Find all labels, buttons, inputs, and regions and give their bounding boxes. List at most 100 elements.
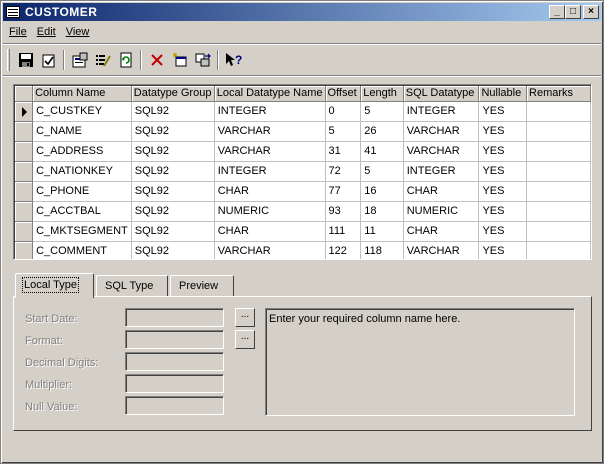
table-row[interactable]: C_NAME SQL92 VARCHAR 5 26 VARCHAR YES <box>15 121 591 142</box>
cell-datatype-group[interactable]: SQL92 <box>131 141 215 162</box>
cell-nullable[interactable]: YES <box>478 181 528 202</box>
cell-offset[interactable]: 122 <box>325 241 362 259</box>
cell-local-datatype[interactable]: CHAR <box>214 181 326 202</box>
cell-local-datatype[interactable]: VARCHAR <box>214 121 326 142</box>
cell-offset[interactable]: 77 <box>325 181 362 202</box>
format-browse-button[interactable]: ... <box>235 330 255 349</box>
table-row[interactable]: C_ACCTBAL SQL92 NUMERIC 93 18 NUMERIC YES <box>15 201 591 222</box>
cell-remarks[interactable] <box>526 101 591 122</box>
cell-remarks[interactable] <box>526 221 591 242</box>
cell-local-datatype[interactable]: INTEGER <box>214 101 326 122</box>
col-header-sql-datatype[interactable]: SQL Datatype <box>403 86 480 102</box>
cell-length[interactable]: 5 <box>360 161 404 182</box>
cell-local-datatype[interactable]: NUMERIC <box>214 201 326 222</box>
row-selector[interactable] <box>15 141 34 162</box>
table-row[interactable]: C_ADDRESS SQL92 VARCHAR 31 41 VARCHAR YES <box>15 141 591 162</box>
delete-button[interactable] <box>145 49 168 71</box>
cell-offset[interactable]: 31 <box>325 141 362 162</box>
cell-remarks[interactable] <box>526 161 591 182</box>
close-button[interactable]: × <box>583 5 599 19</box>
cell-column-name[interactable]: C_ACCTBAL <box>32 201 132 222</box>
validate-button[interactable] <box>37 49 60 71</box>
cell-column-name[interactable]: C_NATIONKEY <box>32 161 132 182</box>
cell-length[interactable]: 5 <box>360 101 404 122</box>
cell-datatype-group[interactable]: SQL92 <box>131 181 215 202</box>
cell-sql-datatype[interactable]: INTEGER <box>403 161 480 182</box>
toolbar-grip[interactable] <box>7 49 10 71</box>
col-header-remarks[interactable]: Remarks <box>526 86 591 102</box>
cell-nullable[interactable]: YES <box>478 241 528 259</box>
col-header-column-name[interactable]: Column Name <box>32 86 132 102</box>
col-header-nullable[interactable]: Nullable <box>478 86 528 102</box>
cell-offset[interactable]: 5 <box>325 121 362 142</box>
cell-remarks[interactable] <box>526 181 591 202</box>
tab-local-type[interactable]: Local Type <box>15 273 94 298</box>
cell-datatype-group[interactable]: SQL92 <box>131 161 215 182</box>
tab-sql-type[interactable]: SQL Type <box>96 275 168 297</box>
cell-column-name[interactable]: C_MKTSEGMENT <box>32 221 132 242</box>
cell-length[interactable]: 16 <box>360 181 404 202</box>
cell-datatype-group[interactable]: SQL92 <box>131 201 215 222</box>
cell-nullable[interactable]: YES <box>478 141 528 162</box>
cell-nullable[interactable]: YES <box>478 161 528 182</box>
new-window-button[interactable] <box>168 49 191 71</box>
cell-nullable[interactable]: YES <box>478 121 528 142</box>
title-bar[interactable]: CUSTOMER _ □ × <box>3 3 601 21</box>
cell-sql-datatype[interactable]: VARCHAR <box>403 121 480 142</box>
cell-length[interactable]: 118 <box>360 241 404 259</box>
cell-sql-datatype[interactable]: INTEGER <box>403 101 480 122</box>
start-date-browse-button[interactable]: ... <box>235 308 255 327</box>
cell-column-name[interactable]: C_CUSTKEY <box>32 101 132 122</box>
cell-length[interactable]: 41 <box>360 141 404 162</box>
maximize-button[interactable]: □ <box>565 5 581 19</box>
cell-remarks[interactable] <box>526 121 591 142</box>
cell-local-datatype[interactable]: VARCHAR <box>214 141 326 162</box>
menu-edit[interactable]: Edit <box>32 24 61 42</box>
properties-button[interactable] <box>68 49 91 71</box>
cell-remarks[interactable] <box>526 141 591 162</box>
move-button[interactable] <box>191 49 214 71</box>
cell-remarks[interactable] <box>526 241 591 259</box>
row-selector[interactable] <box>15 161 34 182</box>
cell-sql-datatype[interactable]: CHAR <box>403 221 480 242</box>
column-grid[interactable]: Column Name Datatype Group Local Datatyp… <box>13 84 592 260</box>
cell-sql-datatype[interactable]: NUMERIC <box>403 201 480 222</box>
cell-nullable[interactable]: YES <box>478 101 528 122</box>
row-selector[interactable] <box>15 201 34 222</box>
cell-length[interactable]: 11 <box>360 221 404 242</box>
col-header-offset[interactable]: Offset <box>325 86 362 102</box>
cell-nullable[interactable]: YES <box>478 201 528 222</box>
cell-length[interactable]: 18 <box>360 201 404 222</box>
menu-file[interactable]: File <box>4 24 32 42</box>
col-header-length[interactable]: Length <box>360 86 404 102</box>
minimize-button[interactable]: _ <box>549 5 565 19</box>
cell-datatype-group[interactable]: SQL92 <box>131 221 215 242</box>
row-selector[interactable] <box>15 101 34 122</box>
row-selector[interactable] <box>15 221 34 242</box>
table-row[interactable]: C_MKTSEGMENT SQL92 CHAR 111 11 CHAR YES <box>15 221 591 242</box>
cell-column-name[interactable]: C_PHONE <box>32 181 132 202</box>
cell-datatype-group[interactable]: SQL92 <box>131 101 215 122</box>
cell-offset[interactable]: 93 <box>325 201 362 222</box>
cell-sql-datatype[interactable]: CHAR <box>403 181 480 202</box>
cell-local-datatype[interactable]: CHAR <box>214 221 326 242</box>
menu-view[interactable]: View <box>61 24 95 42</box>
tab-preview[interactable]: Preview <box>170 275 234 297</box>
edit-list-button[interactable] <box>91 49 114 71</box>
table-row[interactable]: C_CUSTKEY SQL92 INTEGER 0 5 INTEGER YES <box>15 101 591 122</box>
cell-offset[interactable]: 72 <box>325 161 362 182</box>
cell-datatype-group[interactable]: SQL92 <box>131 121 215 142</box>
cell-sql-datatype[interactable]: VARCHAR <box>403 141 480 162</box>
cell-column-name[interactable]: C_ADDRESS <box>32 141 132 162</box>
cell-sql-datatype[interactable]: VARCHAR <box>403 241 480 259</box>
help-button[interactable]: ? <box>222 49 245 71</box>
row-selector[interactable] <box>15 241 34 259</box>
cell-offset[interactable]: 0 <box>325 101 362 122</box>
cell-column-name[interactable]: C_COMMENT <box>32 241 132 259</box>
cell-offset[interactable]: 111 <box>325 221 362 242</box>
row-selector[interactable] <box>15 181 34 202</box>
col-header-local-datatype[interactable]: Local Datatype Name <box>214 86 326 102</box>
table-row[interactable]: C_NATIONKEY SQL92 INTEGER 72 5 INTEGER YES <box>15 161 591 182</box>
cell-datatype-group[interactable]: SQL92 <box>131 241 215 259</box>
cell-local-datatype[interactable]: VARCHAR <box>214 241 326 259</box>
